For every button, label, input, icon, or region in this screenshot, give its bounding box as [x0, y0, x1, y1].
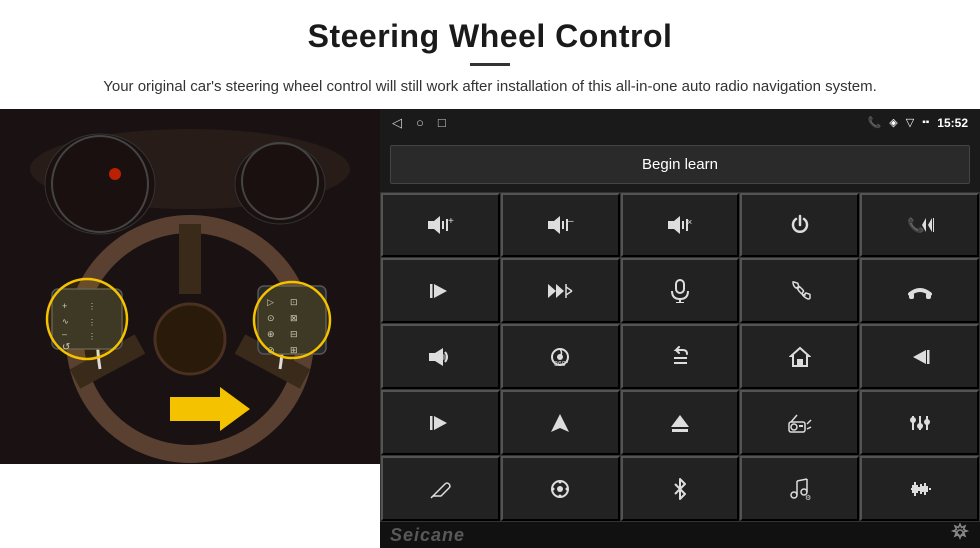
vol-up-button[interactable]: + — [381, 193, 500, 258]
recents-nav-icon[interactable]: □ — [438, 115, 446, 130]
watermark-row: Seicane — [380, 522, 980, 548]
content-row: + ∿ – ↺ ⋮ ⋮ ⋮ ▷ ⊙ ⊕ ⊘ ⊡ ⊠ ⊟ — [0, 109, 980, 548]
phone-icon: 📞 — [868, 116, 882, 129]
radio-icon — [742, 392, 857, 453]
voice-pen-button[interactable] — [381, 456, 500, 521]
horn-icon — [383, 326, 498, 387]
waveform-icon — [862, 458, 977, 519]
begin-learn-row: Begin learn — [380, 137, 980, 192]
title-divider — [470, 63, 510, 66]
nav-icon2 — [503, 392, 618, 453]
svg-text:360°: 360° — [554, 360, 569, 368]
status-bar-right: 📞 ◈ ▽ ▪▪ 15:52 — [868, 116, 968, 130]
settings-knob-button[interactable] — [501, 456, 620, 521]
subtitle-text: Your original car's steering wheel contr… — [100, 76, 880, 99]
svg-text:–: – — [568, 216, 574, 227]
radio-button[interactable] — [740, 390, 859, 455]
status-time: 15:52 — [937, 116, 968, 130]
phone-icon2 — [742, 260, 857, 321]
mute-icon: × — [623, 195, 738, 256]
photo-section: + ∿ – ↺ ⋮ ⋮ ⋮ ▷ ⊙ ⊕ ⊘ ⊡ ⊠ ⊟ — [0, 109, 380, 464]
svg-text:+: + — [448, 216, 454, 227]
eq-sliders-button[interactable] — [860, 390, 979, 455]
page-title: Steering Wheel Control — [20, 18, 960, 55]
mic-icon — [623, 260, 738, 321]
mute-button[interactable]: × — [621, 193, 740, 258]
page-wrapper: Steering Wheel Control Your original car… — [0, 0, 980, 548]
ff-skip-button[interactable] — [501, 258, 620, 323]
power-button[interactable] — [740, 193, 859, 258]
header-section: Steering Wheel Control Your original car… — [0, 0, 980, 109]
prev-call-icon: 📞 — [862, 195, 977, 256]
back-button[interactable] — [621, 324, 740, 389]
svg-text:⚙: ⚙ — [805, 494, 811, 500]
home-icon — [742, 326, 857, 387]
hangup-icon — [862, 260, 977, 321]
vol-up-icon: + — [383, 195, 498, 256]
power-icon — [742, 195, 857, 256]
music-icon: ⚙ — [742, 458, 857, 519]
settings-gear-icon[interactable] — [950, 523, 970, 548]
steering-wheel-bg: + ∿ – ↺ ⋮ ⋮ ⋮ ▷ ⊙ ⊕ ⊘ ⊡ ⊠ ⊟ — [0, 109, 380, 464]
rew-icon — [862, 326, 977, 387]
back-nav-icon[interactable]: ◁ — [392, 115, 402, 131]
hangup-button[interactable] — [860, 258, 979, 323]
phone-button[interactable] — [740, 258, 859, 323]
eject-icon — [623, 392, 738, 453]
ff-button[interactable] — [381, 390, 500, 455]
control-grid: + – — [380, 192, 980, 523]
nav-button[interactable] — [501, 390, 620, 455]
mic-button[interactable] — [621, 258, 740, 323]
voice-pen-icon — [383, 458, 498, 519]
rew-button[interactable] — [860, 324, 979, 389]
eq-sliders-icon — [862, 392, 977, 453]
status-bar-left: ◁ ○ □ — [392, 115, 446, 131]
ff-skip-icon — [503, 260, 618, 321]
bluetooth-icon — [623, 458, 738, 519]
settings-knob-icon — [503, 458, 618, 519]
steering-wheel-svg: + ∿ – ↺ ⋮ ⋮ ⋮ ▷ ⊙ ⊕ ⊘ ⊡ ⊠ ⊟ — [0, 109, 380, 464]
status-bar: ◁ ○ □ 📞 ◈ ▽ ▪▪ 15:52 — [380, 109, 980, 137]
begin-learn-button[interactable]: Begin learn — [390, 145, 970, 184]
android-screen: ◁ ○ □ 📞 ◈ ▽ ▪▪ 15:52 Begin learn — [380, 109, 980, 548]
eject-button[interactable] — [621, 390, 740, 455]
back-icon — [623, 326, 738, 387]
home-button[interactable] — [740, 324, 859, 389]
ff-icon — [383, 392, 498, 453]
cam360-icon: 360° — [503, 326, 618, 387]
location-icon: ◈ — [889, 116, 897, 129]
waveform-button[interactable] — [860, 456, 979, 521]
skip-next-button[interactable] — [381, 258, 500, 323]
cam360-button[interactable]: 360° — [501, 324, 620, 389]
music-button[interactable]: ⚙ — [740, 456, 859, 521]
horn-button[interactable] — [381, 324, 500, 389]
prev-call-button[interactable]: 📞 — [860, 193, 979, 258]
watermark-text: Seicane — [390, 525, 465, 546]
skip-next-icon — [383, 260, 498, 321]
svg-text:×: × — [687, 217, 692, 227]
home-nav-icon[interactable]: ○ — [416, 115, 424, 130]
bluetooth-button[interactable] — [621, 456, 740, 521]
signal-icon: ▪▪ — [922, 117, 929, 128]
wifi-icon: ▽ — [906, 116, 914, 129]
vol-down-button[interactable]: – — [501, 193, 620, 258]
vol-down-icon: – — [503, 195, 618, 256]
